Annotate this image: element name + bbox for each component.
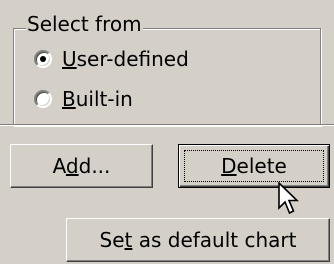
set-default-label-post: as default chart	[132, 228, 297, 252]
focus-rectangle	[184, 150, 324, 182]
set-default-button-label: Set as default chart	[100, 228, 297, 252]
select-from-group	[13, 28, 321, 126]
add-label-pre: A	[52, 154, 66, 178]
delete-button[interactable]: Delete	[178, 144, 330, 188]
built-in-mnemonic: B	[62, 87, 76, 111]
separator-line	[0, 124, 334, 126]
add-button[interactable]: Add...	[10, 144, 153, 188]
built-in-label-text: uilt-in	[75, 87, 133, 111]
user-defined-option[interactable]: User-defined	[34, 47, 189, 71]
group-title: Select from	[26, 12, 143, 36]
add-button-label: Add...	[53, 154, 111, 178]
user-defined-radio[interactable]	[34, 50, 52, 68]
user-defined-label[interactable]: User-defined	[62, 47, 189, 71]
set-default-label-pre: Se	[99, 228, 125, 252]
user-defined-mnemonic: U	[62, 47, 77, 71]
built-in-option[interactable]: Built-in	[34, 87, 133, 111]
set-as-default-chart-button[interactable]: Set as default chart	[66, 218, 330, 262]
add-label-mnemonic: d	[65, 154, 79, 178]
user-defined-label-text: ser-defined	[76, 47, 189, 71]
add-label-post: d...	[78, 154, 111, 178]
built-in-radio[interactable]	[34, 90, 52, 108]
built-in-label[interactable]: Built-in	[62, 87, 133, 111]
